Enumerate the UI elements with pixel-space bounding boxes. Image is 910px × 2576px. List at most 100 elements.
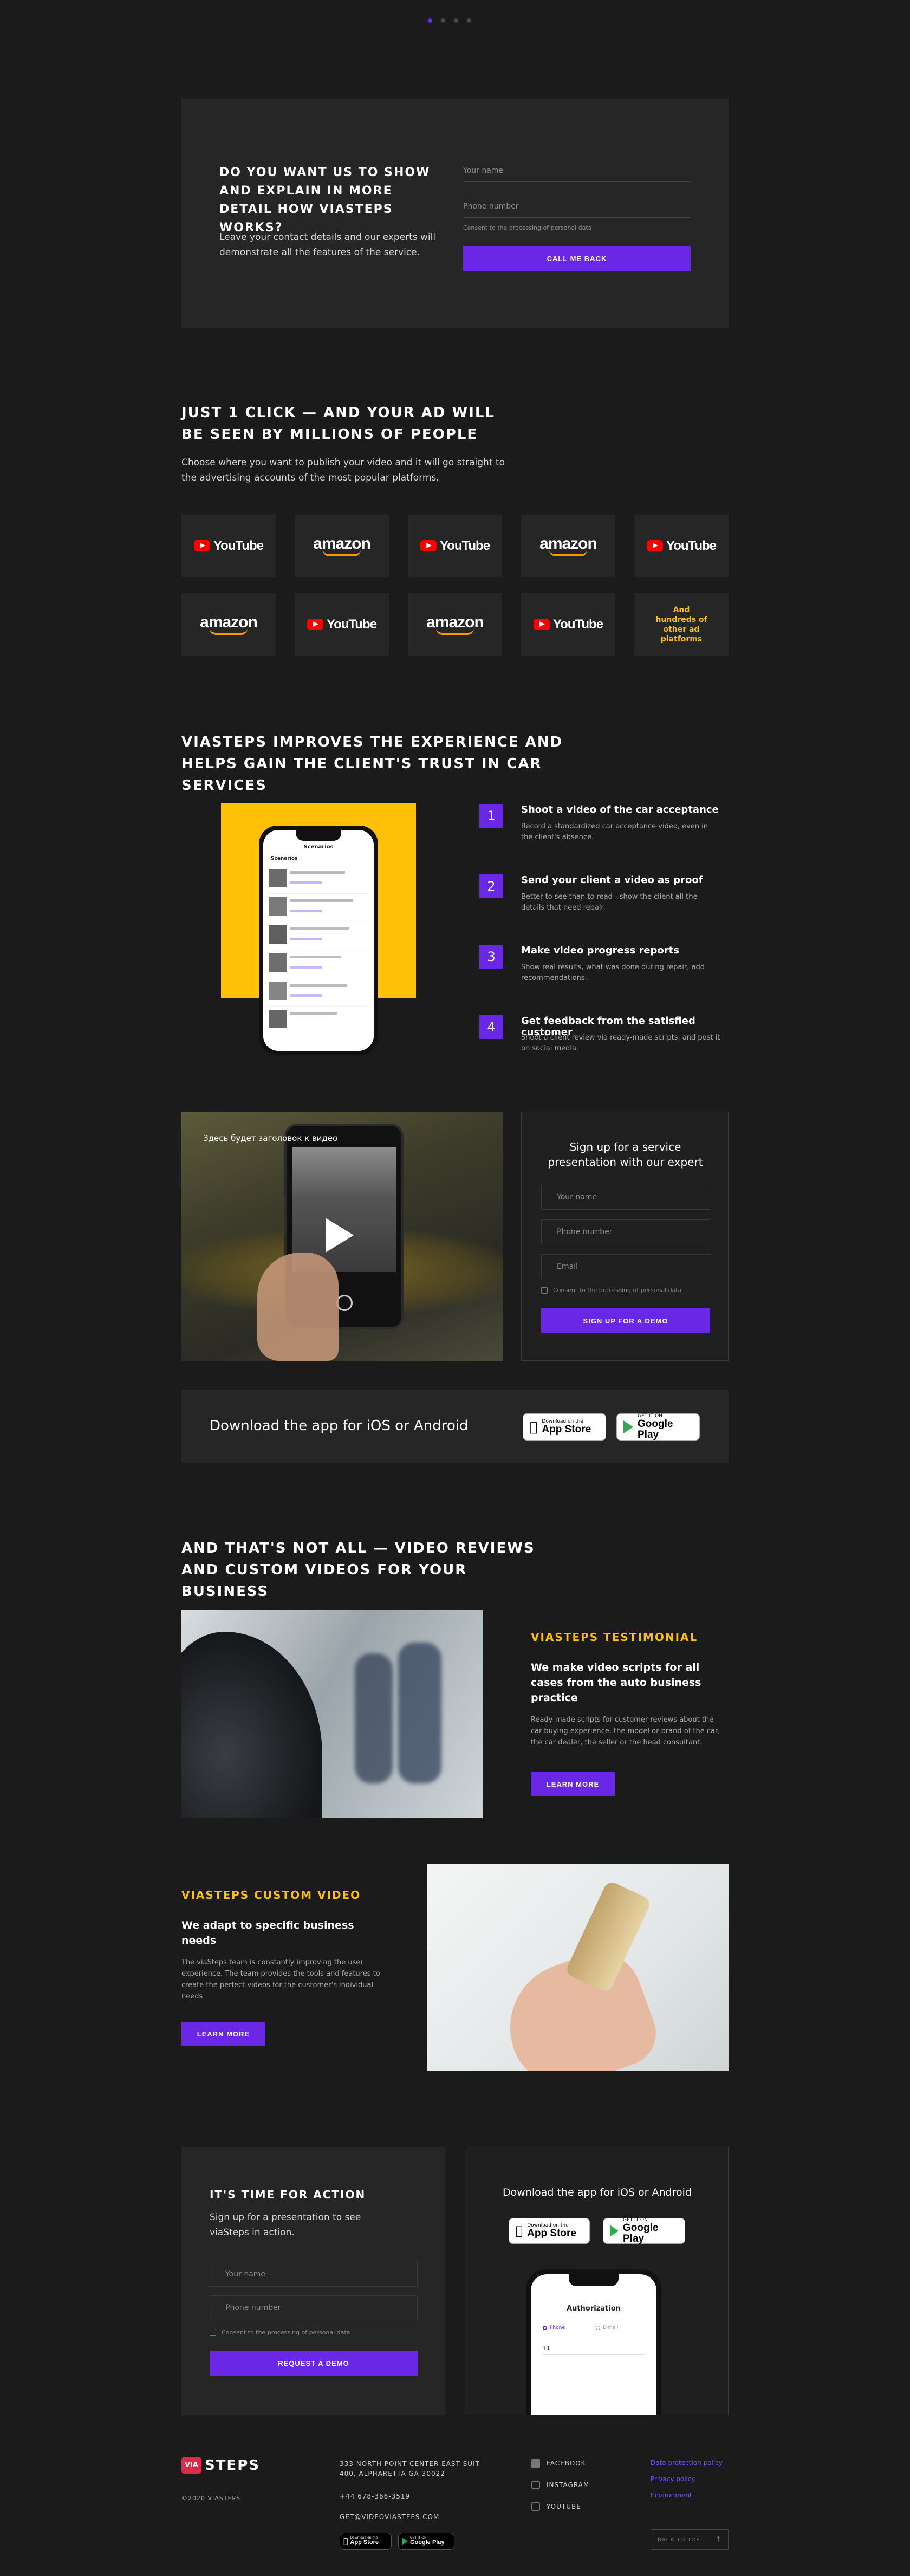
consent-checkbox[interactable]: Consent to the processing of personal da… [210, 2329, 350, 2336]
email-field[interactable]: Email [541, 1254, 710, 1279]
apple-icon:  [530, 1419, 537, 1435]
platform-card-youtube: YouTube [295, 593, 389, 656]
apple-icon:  [343, 2537, 348, 2546]
social-youtube[interactable]: YOUTUBE [531, 2502, 581, 2511]
sign-up-demo-button[interactable]: SIGN UP FOR A DEMO [541, 1308, 710, 1333]
demo-video[interactable]: Здесь будет заголовок к видео [181, 1112, 503, 1361]
phone-code: +1 [543, 2346, 645, 2355]
step-text: Better to see than to read - show the cl… [521, 893, 698, 912]
youtube-icon [420, 540, 437, 551]
demo-form-heading: Sign up for a service presentation with … [548, 1140, 703, 1169]
legal-data-protection[interactable]: Data protection policy [651, 2459, 723, 2467]
testimonial-title: We make video scripts for all cases from… [531, 1662, 701, 1704]
custom-video-text: The viaSteps team is constantly improvin… [181, 1958, 380, 2001]
step-number: 1 [479, 804, 503, 828]
download-bar: Download the app for iOS or Android  Do… [181, 1390, 729, 1463]
platforms-grid: YouTube amazon YouTube amazon YouTube am… [181, 515, 729, 656]
learn-more-button[interactable]: LEARN MORE [531, 1772, 615, 1796]
amazon-logo: amazon [540, 535, 597, 556]
carousel-dot[interactable] [467, 18, 471, 23]
consent-checkbox[interactable]: Consent to the processing of personal da… [541, 1287, 681, 1294]
phone-mockup: Scenarios Scenarios [259, 826, 378, 1055]
custom-video-label: VIASTEPS CUSTOM VIDEO [181, 1889, 361, 1902]
action-form: IT'S TIME FOR ACTION Sign up for a prese… [181, 2147, 445, 2415]
callback-section: DO YOU WANT US TO SHOW AND EXPLAIN IN MO… [181, 99, 729, 328]
consent-checkbox[interactable]: Consent to the processing of personal da… [463, 224, 592, 231]
play-icon[interactable] [326, 1218, 354, 1253]
arrow-up-icon: ↑ [715, 2535, 722, 2544]
name-field[interactable]: Your name [210, 2262, 418, 2287]
appstore-badge[interactable]:  Download on theApp Store [523, 1413, 606, 1441]
google-play-icon [402, 2538, 408, 2545]
logo-text: STEPS [204, 2457, 260, 2474]
legal-environment[interactable]: Environment [651, 2491, 692, 2499]
youtube-icon [307, 619, 323, 630]
step-text: Show real results, what was done during … [521, 963, 705, 982]
appstore-badge[interactable]:  Download on theApp Store [340, 2533, 392, 2550]
phone-shape [564, 1879, 652, 1994]
action-text: Sign up for a presentation to see viaSte… [210, 2212, 361, 2238]
carousel-dot[interactable] [454, 18, 458, 23]
google-play-icon [623, 1420, 633, 1433]
callback-text: Leave your contact details and our exper… [219, 232, 436, 258]
request-demo-button[interactable]: REQUEST A DEMO [210, 2351, 418, 2376]
more-platforms-label: And hundreds of other ad platforms [655, 605, 707, 644]
facebook-icon [531, 2459, 540, 2468]
name-field[interactable]: Your name [541, 1185, 710, 1210]
email-link[interactable]: GET@VIDEOVIASTEPS.COM [340, 2513, 439, 2521]
reviews-heading: AND THAT'S NOT ALL — VIDEO REVIEWS AND C… [181, 1540, 535, 1600]
name-field[interactable]: Your name [463, 158, 691, 182]
phone-field[interactable]: Phone number [210, 2295, 418, 2320]
testimonial-image [181, 1610, 483, 1818]
consent-label: Consent to the processing of personal da… [463, 224, 592, 231]
phone-screen-title: Authorization [567, 2305, 621, 2313]
carousel-dot-active[interactable] [428, 18, 432, 23]
googleplay-badge[interactable]: GET IT ON Google Play [616, 1413, 700, 1441]
social-facebook[interactable]: FACEBOOK [531, 2459, 586, 2468]
learn-more-button[interactable]: LEARN MORE [181, 2022, 265, 2046]
carousel-dot[interactable] [441, 18, 445, 23]
list-item [269, 894, 368, 922]
callback-heading: DO YOU WANT US TO SHOW AND EXPLAIN IN MO… [219, 166, 431, 235]
instagram-icon [531, 2481, 540, 2489]
phone-link[interactable]: +44 678-366-3519 [340, 2493, 410, 2500]
platform-card-amazon: amazon [295, 515, 389, 577]
amazon-logo: amazon [200, 614, 258, 635]
step-text: Record a standardized car acceptance vid… [521, 822, 708, 841]
phone-screen-subtitle: Scenarios [271, 856, 298, 861]
copyright: ©2020 VIASTEPS [181, 2495, 241, 2502]
step-text: Shoot a client review via ready-made scr… [521, 1034, 720, 1053]
phone-list [269, 866, 368, 1035]
platforms-text: Choose where you want to publish your vi… [181, 457, 505, 483]
list-item [269, 978, 368, 1007]
phone-field[interactable]: Phone number [541, 1219, 710, 1244]
step-number: 2 [479, 874, 503, 898]
phone-field[interactable]: Phone number [463, 194, 691, 218]
googleplay-badge[interactable]: GET IT ON Google Play [603, 2217, 685, 2244]
back-to-top-button[interactable]: BACK TO TOP ↑ [651, 2529, 729, 2550]
google-play-icon [610, 2225, 619, 2237]
step-title: Shoot a video of the car acceptance [521, 804, 719, 815]
call-me-back-button[interactable]: CALL ME BACK [463, 246, 691, 271]
googleplay-badge[interactable]: GET IT ON Google Play [398, 2533, 454, 2550]
youtube-icon [531, 2502, 540, 2511]
testimonial-label: VIASTEPS TESTIMONIAL [531, 1631, 698, 1644]
youtube-icon [533, 619, 550, 630]
checkbox-box[interactable] [541, 1287, 548, 1294]
carousel-dots [428, 18, 471, 23]
consent-label: Consent to the processing of personal da… [553, 1287, 682, 1294]
checkbox-box[interactable] [210, 2329, 216, 2336]
appstore-badge[interactable]:  Download on theApp Store [509, 2218, 590, 2244]
platform-card-more: And hundreds of other ad platforms [634, 593, 729, 656]
social-instagram[interactable]: INSTAGRAM [531, 2481, 589, 2489]
platform-card-amazon: amazon [408, 593, 502, 656]
testimonial-content: VIASTEPS TESTIMONIAL We make video scrip… [531, 1631, 729, 1796]
footer-logo[interactable]: VIA STEPS [181, 2457, 260, 2474]
legal-privacy[interactable]: Privacy policy [651, 2475, 696, 2483]
youtube-icon [646, 540, 663, 551]
step-title: Send your client a video as proof [521, 874, 703, 886]
step-title: Make video progress reports [521, 945, 679, 956]
custom-video-image [427, 1864, 729, 2071]
list-item [269, 922, 368, 950]
phone-option-email: E-mail [596, 2325, 618, 2331]
